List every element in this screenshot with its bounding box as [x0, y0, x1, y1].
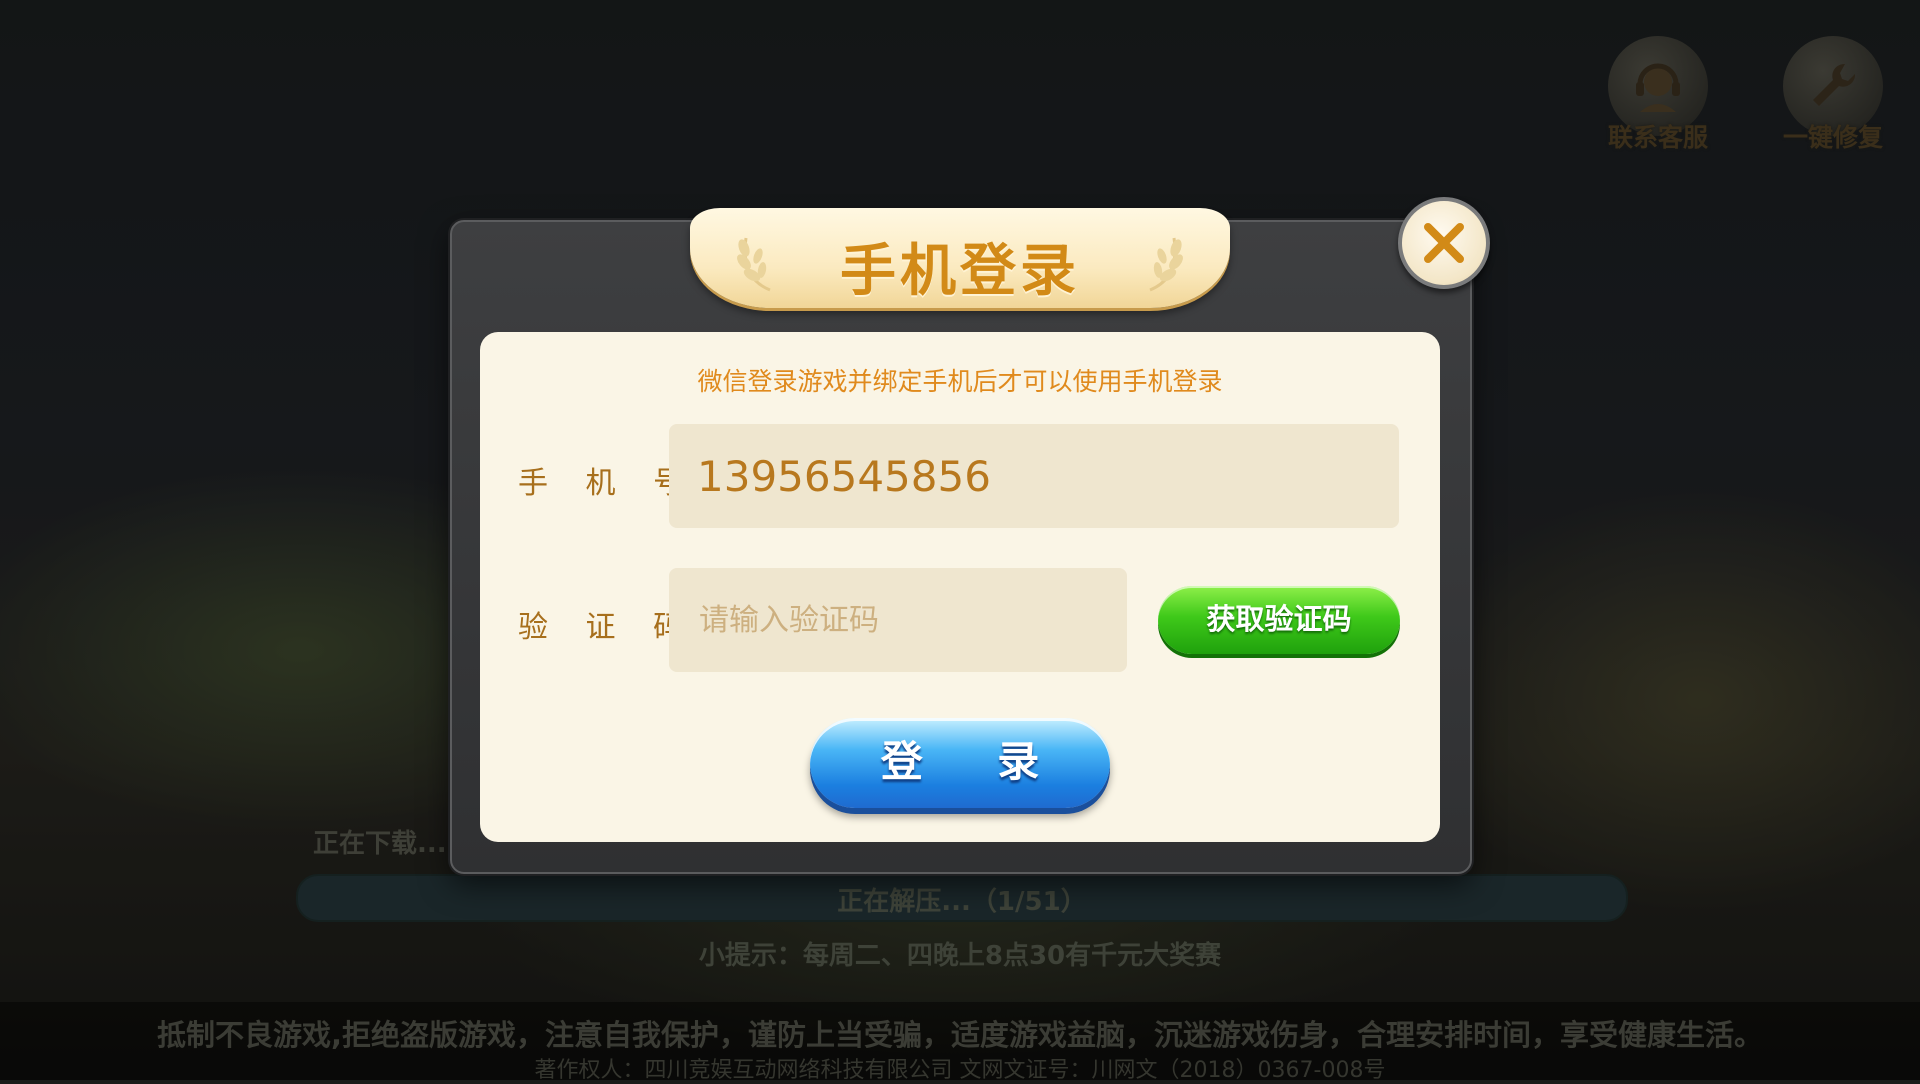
- copyright-notice: 著作权人：四川竞娱互动网络科技有限公司 文网文证号：川网文（2018）0367-…: [534, 1058, 1386, 1083]
- phone-input[interactable]: 13956545856: [669, 424, 1399, 528]
- login-button[interactable]: 登 录: [810, 718, 1110, 808]
- tip-text: 小提示：每周二、四晚上8点30有千元大奖赛: [698, 941, 1222, 971]
- health-notice: 抵制不良游戏,拒绝盗版游戏，注意自我保护，谨防上当受骗，适度游戏益脑，沉迷游戏伤…: [156, 1018, 1764, 1052]
- verification-code-input[interactable]: [669, 568, 1127, 672]
- one-click-repair-button[interactable]: 一键修复: [1778, 36, 1888, 154]
- one-click-repair-label: 一键修复: [1782, 123, 1883, 152]
- login-hint: 微信登录游戏并绑定手机后才可以使用手机登录: [697, 367, 1223, 396]
- extract-progress-bar: 正在解压...（1/51）: [296, 874, 1628, 922]
- contact-support-label: 联系客服: [1607, 123, 1708, 152]
- extract-progress-text: 正在解压...（1/51）: [837, 887, 1087, 917]
- downloading-status: 正在下载...: [313, 829, 447, 859]
- laurel-icon: [1149, 237, 1183, 292]
- phone-input-value: 13956545856: [697, 451, 991, 501]
- contact-support-button[interactable]: 联系客服: [1603, 36, 1713, 154]
- dialog-title-tab: 手机登录: [690, 208, 1230, 308]
- close-button[interactable]: [1398, 197, 1490, 289]
- close-icon: [1424, 223, 1464, 263]
- get-code-button[interactable]: 获取验证码: [1158, 586, 1400, 654]
- login-form-panel: 微信登录游戏并绑定手机后才可以使用手机登录 手 机 号: 13956545856…: [480, 332, 1440, 842]
